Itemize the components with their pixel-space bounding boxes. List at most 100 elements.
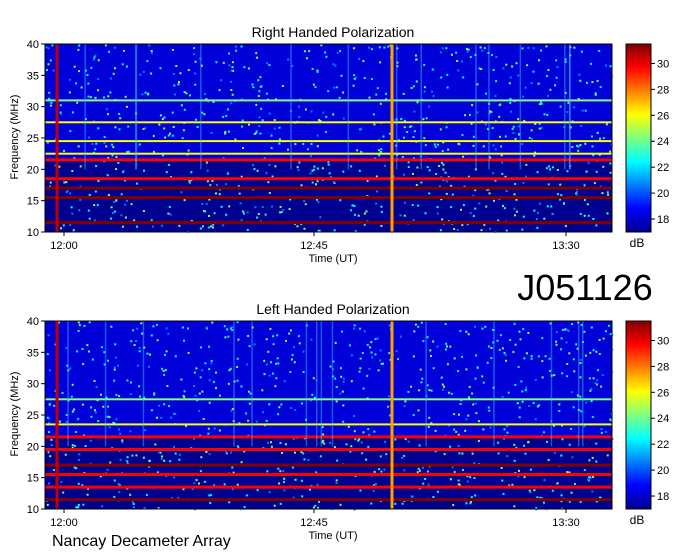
noise-cell bbox=[590, 135, 593, 138]
noise-cell bbox=[87, 95, 90, 98]
noise-cell bbox=[595, 170, 598, 173]
noise-cell bbox=[171, 134, 174, 137]
noise-cell bbox=[303, 50, 306, 53]
noise-cell bbox=[76, 101, 79, 104]
noise-cell bbox=[325, 115, 328, 118]
noise-cell bbox=[122, 170, 125, 172]
noise-cell bbox=[276, 357, 279, 360]
noise-cell bbox=[494, 148, 497, 151]
noise-cell bbox=[138, 347, 141, 349]
colorbar-tick-label: 28 bbox=[657, 84, 669, 96]
vertical-streak bbox=[550, 321, 553, 447]
noise-cell bbox=[547, 69, 550, 71]
noise-cell bbox=[587, 478, 590, 481]
noise-cell bbox=[293, 361, 296, 364]
noise-cell bbox=[546, 205, 549, 208]
noise-cell bbox=[230, 80, 233, 83]
noise-cell bbox=[418, 389, 421, 392]
noise-cell bbox=[294, 409, 297, 411]
noise-cell bbox=[312, 377, 315, 380]
frequency-band bbox=[45, 463, 612, 467]
noise-cell bbox=[559, 105, 562, 108]
noise-cell bbox=[536, 226, 539, 229]
vertical-streak bbox=[420, 44, 422, 170]
noise-cell bbox=[49, 59, 52, 62]
noise-cell bbox=[473, 325, 476, 328]
noise-cell bbox=[47, 451, 50, 454]
noise-cell bbox=[458, 143, 461, 146]
noise-cell bbox=[200, 456, 203, 459]
noise-cell bbox=[547, 183, 550, 186]
noise-cell bbox=[207, 427, 210, 430]
noise-cell bbox=[575, 190, 578, 193]
noise-cell bbox=[173, 84, 176, 87]
noise-cell bbox=[555, 76, 558, 79]
noise-cell bbox=[515, 198, 518, 201]
noise-cell bbox=[183, 91, 186, 94]
noise-cell bbox=[257, 212, 260, 215]
noise-cell bbox=[181, 137, 184, 140]
noise-cell bbox=[240, 45, 243, 48]
noise-cell bbox=[252, 164, 254, 167]
noise-cell bbox=[488, 409, 491, 412]
noise-cell bbox=[159, 67, 162, 70]
noise-cell bbox=[317, 201, 320, 204]
noise-cell bbox=[459, 403, 462, 405]
noise-cell bbox=[93, 380, 96, 382]
frequency-band bbox=[45, 152, 612, 155]
noise-cell bbox=[383, 46, 386, 49]
noise-cell bbox=[534, 379, 537, 381]
noise-cell bbox=[483, 47, 486, 50]
vertical-streak bbox=[347, 44, 350, 170]
noise-cell bbox=[48, 482, 50, 485]
noise-cell bbox=[415, 54, 417, 57]
noise-cell bbox=[182, 394, 185, 397]
noise-cell bbox=[414, 323, 417, 326]
noise-cell bbox=[103, 136, 106, 139]
panel-title: Left Handed Polarization bbox=[256, 301, 409, 317]
noise-cell bbox=[529, 468, 532, 471]
noise-cell bbox=[88, 350, 90, 353]
noise-cell bbox=[341, 390, 344, 393]
noise-cell bbox=[462, 155, 465, 158]
noise-cell bbox=[528, 405, 531, 407]
noise-cell bbox=[59, 104, 62, 107]
noise-cell bbox=[541, 376, 544, 379]
noise-cell bbox=[585, 401, 588, 404]
noise-cell bbox=[584, 109, 587, 112]
noise-cell bbox=[482, 145, 485, 148]
noise-cell bbox=[297, 105, 300, 108]
noise-cell bbox=[115, 199, 118, 202]
noise-cell bbox=[357, 214, 360, 217]
noise-cell bbox=[333, 86, 336, 89]
noise-cell bbox=[449, 478, 452, 481]
noise-cell bbox=[471, 104, 474, 107]
noise-cell bbox=[114, 343, 117, 346]
noise-cell bbox=[312, 83, 315, 86]
noise-cell bbox=[296, 225, 299, 228]
noise-cell bbox=[549, 168, 551, 171]
noise-cell bbox=[406, 131, 409, 133]
noise-cell bbox=[402, 173, 405, 176]
noise-cell bbox=[600, 431, 603, 434]
noise-cell bbox=[168, 163, 170, 166]
noise-cell bbox=[565, 341, 568, 344]
noise-cell bbox=[579, 395, 582, 398]
noise-cell bbox=[560, 337, 563, 340]
noise-cell bbox=[407, 161, 410, 164]
noise-cell bbox=[265, 92, 268, 95]
noise-cell bbox=[291, 466, 294, 469]
noise-cell bbox=[360, 150, 363, 153]
noise-cell bbox=[78, 324, 81, 327]
noise-cell bbox=[458, 413, 460, 416]
noise-cell bbox=[111, 143, 114, 146]
noise-cell bbox=[409, 125, 412, 128]
noise-cell bbox=[97, 127, 100, 130]
noise-cell bbox=[160, 458, 163, 461]
noise-cell bbox=[269, 327, 272, 330]
noise-cell bbox=[336, 51, 339, 54]
noise-cell bbox=[100, 393, 102, 396]
noise-cell bbox=[486, 361, 489, 364]
noise-cell bbox=[113, 210, 116, 213]
noise-cell bbox=[521, 228, 524, 231]
